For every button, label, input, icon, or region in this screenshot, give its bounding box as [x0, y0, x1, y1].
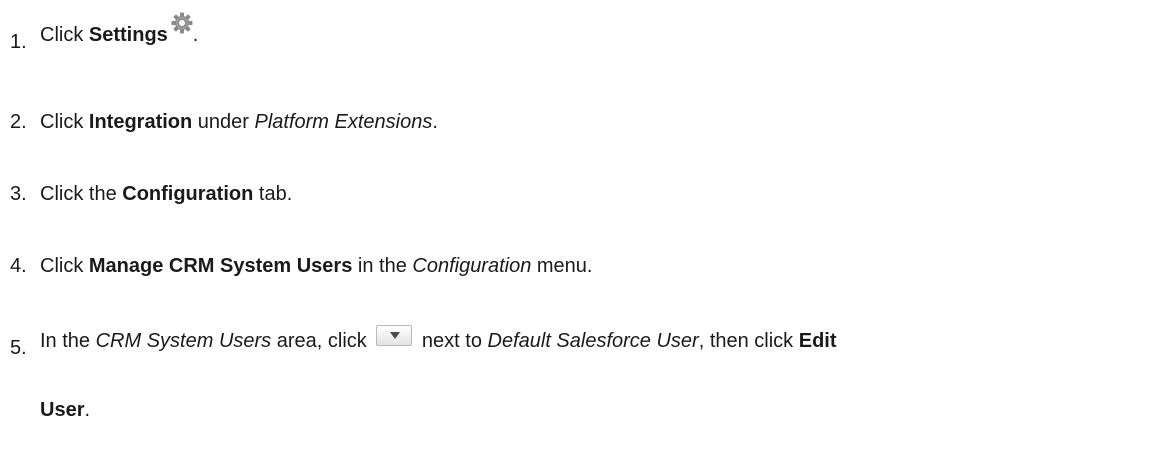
step-text: In the [40, 330, 96, 352]
step-number: 4. [10, 255, 27, 277]
step-3: 3. Click the Configuration tab. [10, 184, 292, 204]
step-2: 2. Click Integration under Platform Exten… [10, 112, 438, 132]
step-text: Click [40, 255, 89, 277]
edit-label: Edit [798, 330, 837, 352]
step-text: in the [352, 255, 413, 277]
step-1: 1. Click Settings . [10, 12, 199, 52]
step-4: 4. Click Manage CRM System Users in the C… [10, 256, 593, 276]
step-number: 2. [10, 111, 27, 133]
step-text: Click [40, 111, 89, 133]
step-number: 1. [10, 31, 27, 53]
configuration-menu-label: Configuration [412, 255, 532, 277]
step-number: 5. [10, 337, 27, 359]
step-text: next to [416, 330, 488, 352]
gear-icon [171, 12, 193, 34]
step-text-end: menu. [531, 255, 593, 277]
dropdown-arrow-icon [390, 332, 401, 340]
step-text: area, click [271, 330, 373, 352]
step-text: Click the [40, 183, 123, 205]
crm-system-users-label: CRM System Users [95, 330, 272, 352]
step-text: , then click [698, 330, 799, 352]
step-text-end: . [192, 24, 199, 46]
dropdown-button[interactable] [376, 325, 413, 347]
default-salesforce-user-label: Default Salesforce User [487, 330, 699, 352]
step-text-end: tab. [253, 183, 293, 205]
step-text-end: . [432, 111, 438, 133]
configuration-label: Configuration [122, 183, 254, 205]
step-text-end: . [84, 399, 91, 421]
step-5: 5. In the CRM System Users area, click ne… [10, 325, 837, 358]
step-text: under [192, 111, 255, 133]
user-label: User [40, 399, 85, 421]
step-5-continuation: User. [40, 400, 90, 420]
step-number: 3. [10, 183, 27, 205]
manage-crm-users-label: Manage CRM System Users [88, 255, 353, 277]
integration-label: Integration [88, 111, 193, 133]
platform-extensions-label: Platform Extensions [254, 111, 433, 133]
settings-label: Settings [88, 24, 168, 46]
step-text: Click [40, 24, 89, 46]
